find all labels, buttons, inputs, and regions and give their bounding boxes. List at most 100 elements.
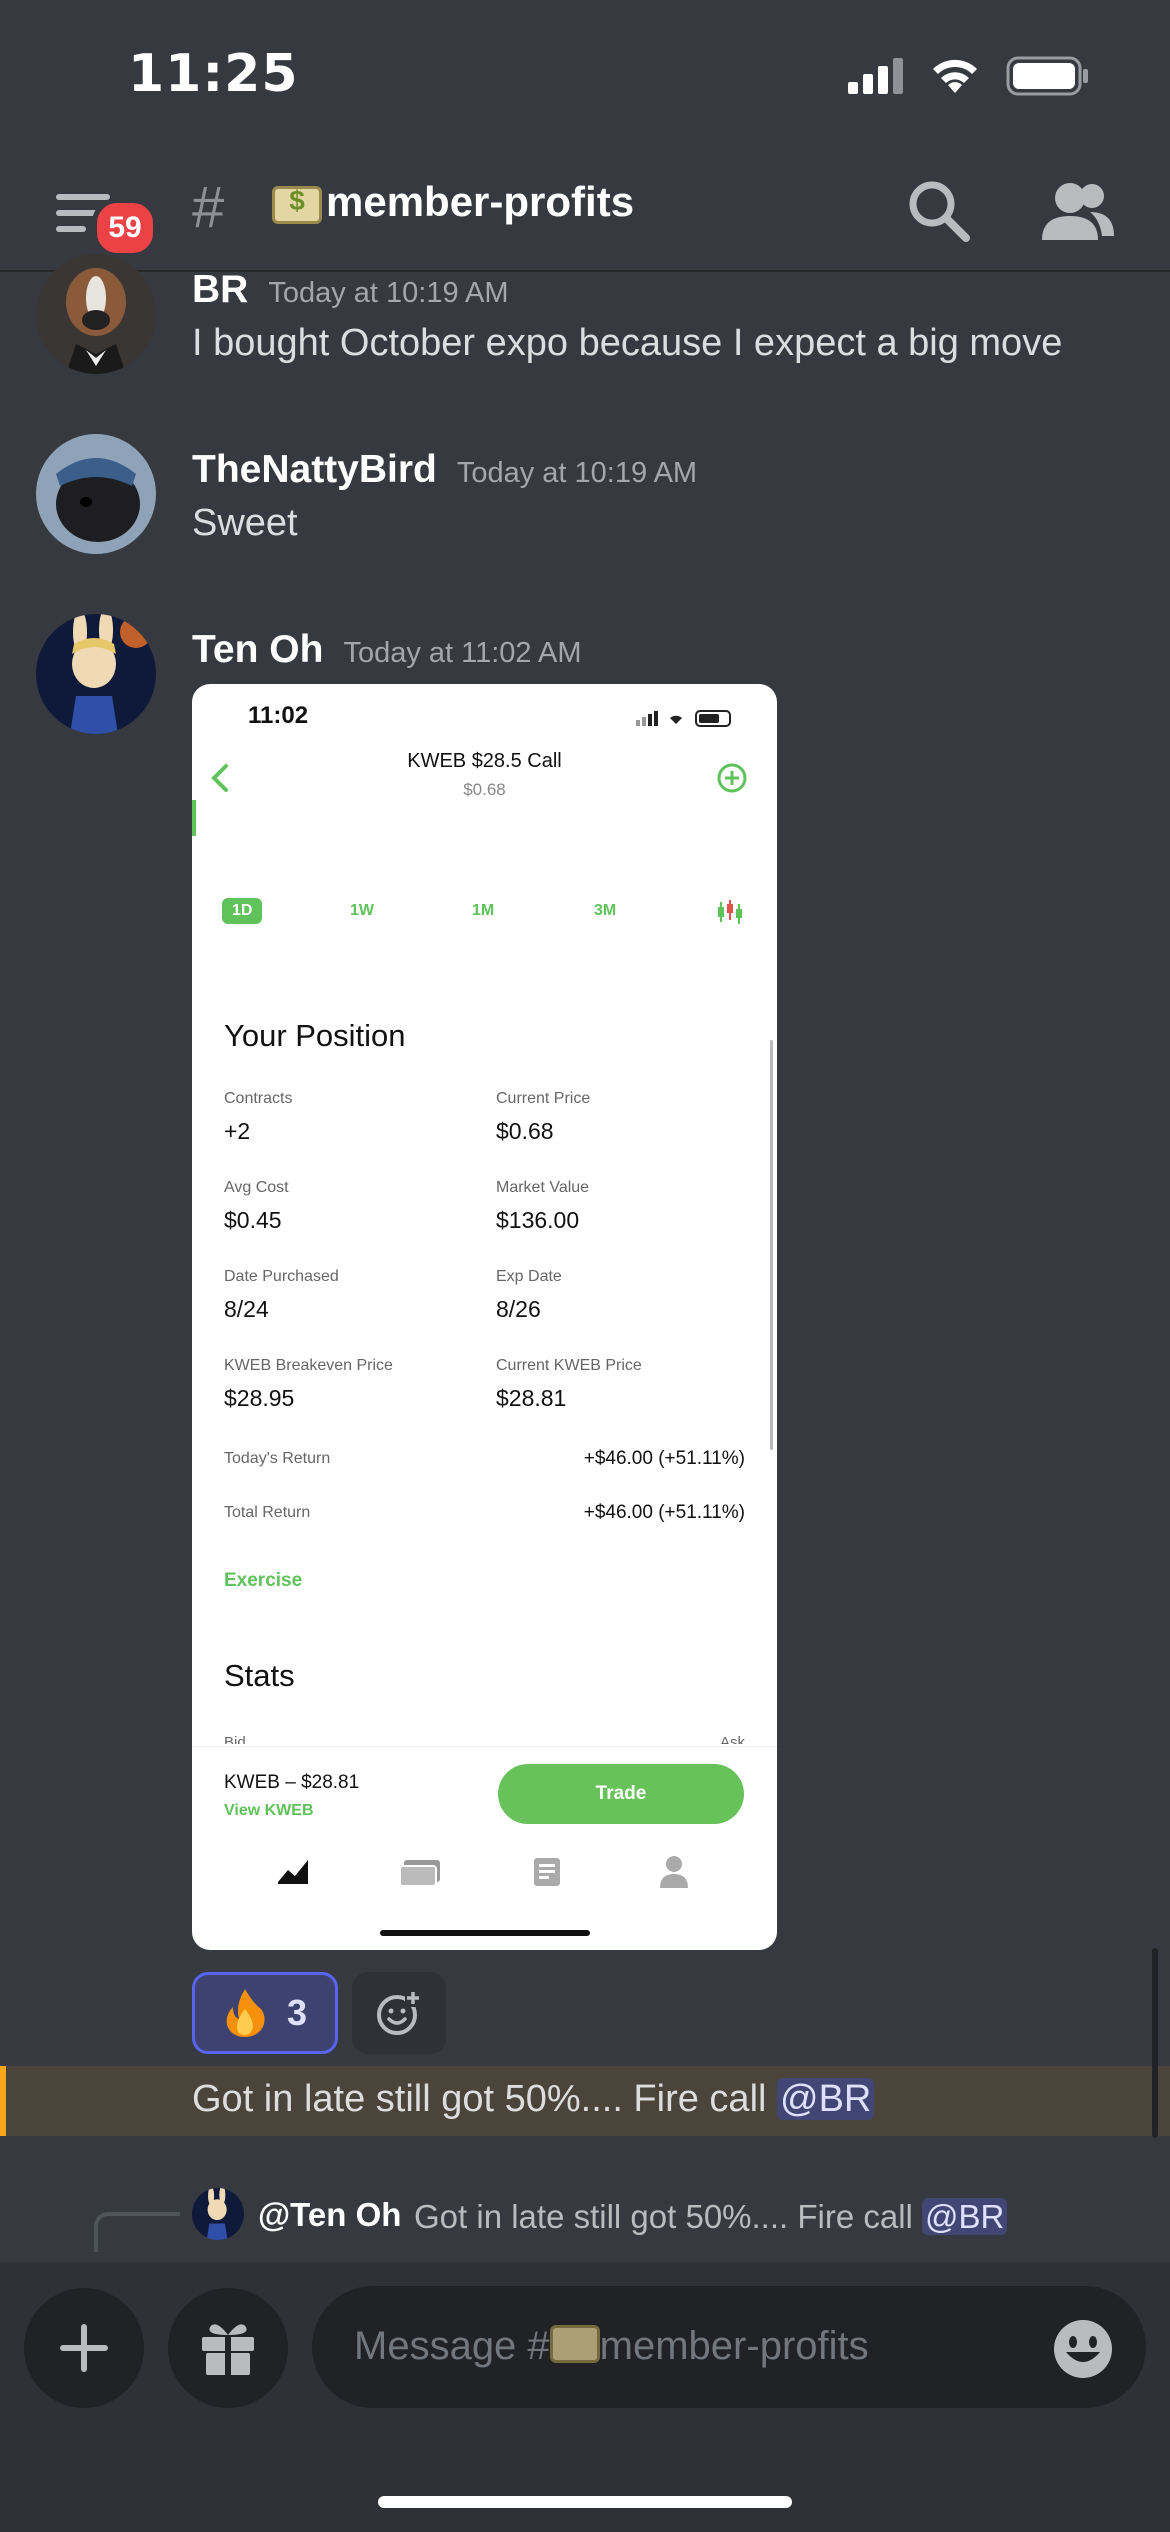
return-label: Total Return xyxy=(224,1504,311,1521)
embedded-subtitle: $0.68 xyxy=(463,780,506,799)
plus-icon xyxy=(60,2324,108,2372)
author-name[interactable]: Ten Oh xyxy=(192,628,323,671)
message-text: I bought October expo because I expect a… xyxy=(192,322,1063,364)
home-indicator xyxy=(378,2496,792,2508)
mention-highlight-message[interactable]: Got in late still got 50%.... Fire call … xyxy=(0,2066,1170,2136)
reply-author[interactable]: @Ten Oh xyxy=(258,2196,401,2234)
return-label: Today's Return xyxy=(224,1450,331,1467)
message-body: Got in late still got 50%.... Fire call xyxy=(192,2078,778,2120)
avatar-thenattybird[interactable] xyxy=(36,434,156,554)
embedded-title: KWEB $28.5 Call xyxy=(407,750,562,772)
field-label: KWEB Breakeven Price xyxy=(224,1357,393,1374)
reaction-count: 3 xyxy=(286,1992,308,2033)
field-value: $28.81 xyxy=(496,1385,567,1411)
message-placeholder: Message # member-profits xyxy=(354,2324,869,2369)
stats-partial-row: Bid Ask xyxy=(224,1734,745,1744)
reply-mention: @BR xyxy=(922,2198,1008,2235)
trade-button: Trade xyxy=(498,1764,744,1824)
candlestick-icon xyxy=(718,900,742,924)
field-value: +2 xyxy=(224,1118,251,1144)
fire-icon xyxy=(226,1989,265,2037)
range-1d: 1D xyxy=(222,898,263,924)
field-value: $136.00 xyxy=(496,1207,580,1233)
reaction-fire[interactable]: 3 xyxy=(192,1972,338,2054)
message-author[interactable]: TheNattyBird Today at 10:19 AM xyxy=(192,448,697,492)
message-text: Got in late still got 50%.... Fire call … xyxy=(192,2078,875,2121)
avatar-ten-oh[interactable] xyxy=(36,614,156,734)
field-label: Avg Cost xyxy=(224,1179,289,1196)
embedded-status-icons xyxy=(636,710,731,727)
embedded-status-time: 11:02 xyxy=(248,702,309,729)
field-label: Exp Date xyxy=(496,1268,562,1285)
exercise-link: Exercise xyxy=(224,1570,303,1591)
menu-icon xyxy=(56,194,110,200)
field-value: 8/26 xyxy=(496,1296,541,1322)
wifi-icon xyxy=(933,59,977,93)
field-label: Current KWEB Price xyxy=(496,1357,642,1374)
placeholder-prefix: Message # xyxy=(354,2324,550,2368)
hash-icon: # xyxy=(192,175,225,240)
field-value: $28.95 xyxy=(224,1385,295,1411)
reply-body: Got in late still got 50%.... Fire call xyxy=(414,2198,923,2235)
ticker-price: KWEB – $28.81 xyxy=(224,1772,360,1793)
message-composer: Message # member-profits xyxy=(0,2262,1170,2532)
image-attachment[interactable]: 11:02 KWEB $28.5 Call $0.68 1D 1W 1M 3M … xyxy=(192,684,777,1950)
position-heading: Your Position xyxy=(224,1018,406,1053)
battery-icon xyxy=(1006,56,1088,96)
user-mention[interactable]: @BR xyxy=(777,2078,875,2120)
message-timestamp: Today at 10:19 AM xyxy=(456,457,698,489)
reply-connector xyxy=(94,2212,180,2252)
field-value: $0.45 xyxy=(224,1207,282,1233)
cellular-signal-icon xyxy=(848,58,903,94)
embedded-add-icon xyxy=(717,763,747,793)
field-label: Market Value xyxy=(496,1179,590,1196)
range-1m: 1M xyxy=(472,902,495,919)
field-label: Contracts xyxy=(224,1090,293,1107)
news-tab-icon xyxy=(534,1858,560,1886)
field-label: Date Purchased xyxy=(224,1268,339,1285)
message-text: Sweet xyxy=(192,502,298,544)
status-time: 11:25 xyxy=(128,44,299,104)
search-icon[interactable] xyxy=(904,176,974,246)
gift-icon xyxy=(202,2324,254,2375)
stats-heading: Stats xyxy=(224,1658,295,1693)
message-timestamp: Today at 10:19 AM xyxy=(268,277,509,309)
add-reaction-button[interactable] xyxy=(352,1972,446,2054)
reply-avatar xyxy=(192,2188,244,2240)
unread-badge: 59 xyxy=(92,198,158,258)
embedded-home-indicator xyxy=(380,1930,590,1936)
return-value: +$46.00 (+51.11%) xyxy=(583,1448,745,1469)
range-3m: 3M xyxy=(594,902,617,919)
view-kweb-link: View KWEB xyxy=(224,1802,314,1819)
stats-bid-label: Bid xyxy=(224,1734,246,1744)
mention-indicator xyxy=(0,2066,6,2136)
range-1w: 1W xyxy=(350,902,374,919)
message-timestamp: Today at 11:02 AM xyxy=(343,637,582,669)
money-emoji-icon xyxy=(272,185,322,224)
reply-preview-text[interactable]: Got in late still got 50%.... Fire call … xyxy=(414,2198,1008,2236)
author-name[interactable]: BR xyxy=(192,268,248,311)
channel-title[interactable]: member-profits xyxy=(326,178,634,226)
cash-tab-icon xyxy=(399,1860,440,1887)
message-author[interactable]: BR Today at 10:19 AM xyxy=(192,268,509,312)
field-label: Current Price xyxy=(496,1090,591,1107)
field-value: 8/24 xyxy=(224,1296,269,1322)
gift-button[interactable] xyxy=(168,2288,288,2408)
embedded-scrollbar xyxy=(770,1040,773,1450)
placeholder-channel: member-profits xyxy=(599,2324,869,2368)
return-value: +$46.00 (+51.11%) xyxy=(583,1502,745,1523)
channel-header: 59 # member-profits xyxy=(0,150,1170,272)
bottom-divider xyxy=(192,1746,777,1747)
money-emoji-icon xyxy=(549,2325,600,2363)
members-icon[interactable] xyxy=(1040,178,1116,248)
emoji-picker-icon[interactable] xyxy=(1052,2318,1114,2380)
attach-button[interactable] xyxy=(24,2288,144,2408)
field-value: $0.68 xyxy=(496,1118,554,1144)
menu-icon-line xyxy=(56,226,86,232)
message-author[interactable]: Ten Oh Today at 11:02 AM xyxy=(192,628,582,672)
avatar-br[interactable] xyxy=(36,254,156,374)
add-reaction-icon xyxy=(377,1991,421,2035)
author-name[interactable]: TheNattyBird xyxy=(192,448,437,491)
chat-scrollbar[interactable] xyxy=(1152,1948,1158,2138)
status-bar: 11:25 xyxy=(0,0,1170,150)
